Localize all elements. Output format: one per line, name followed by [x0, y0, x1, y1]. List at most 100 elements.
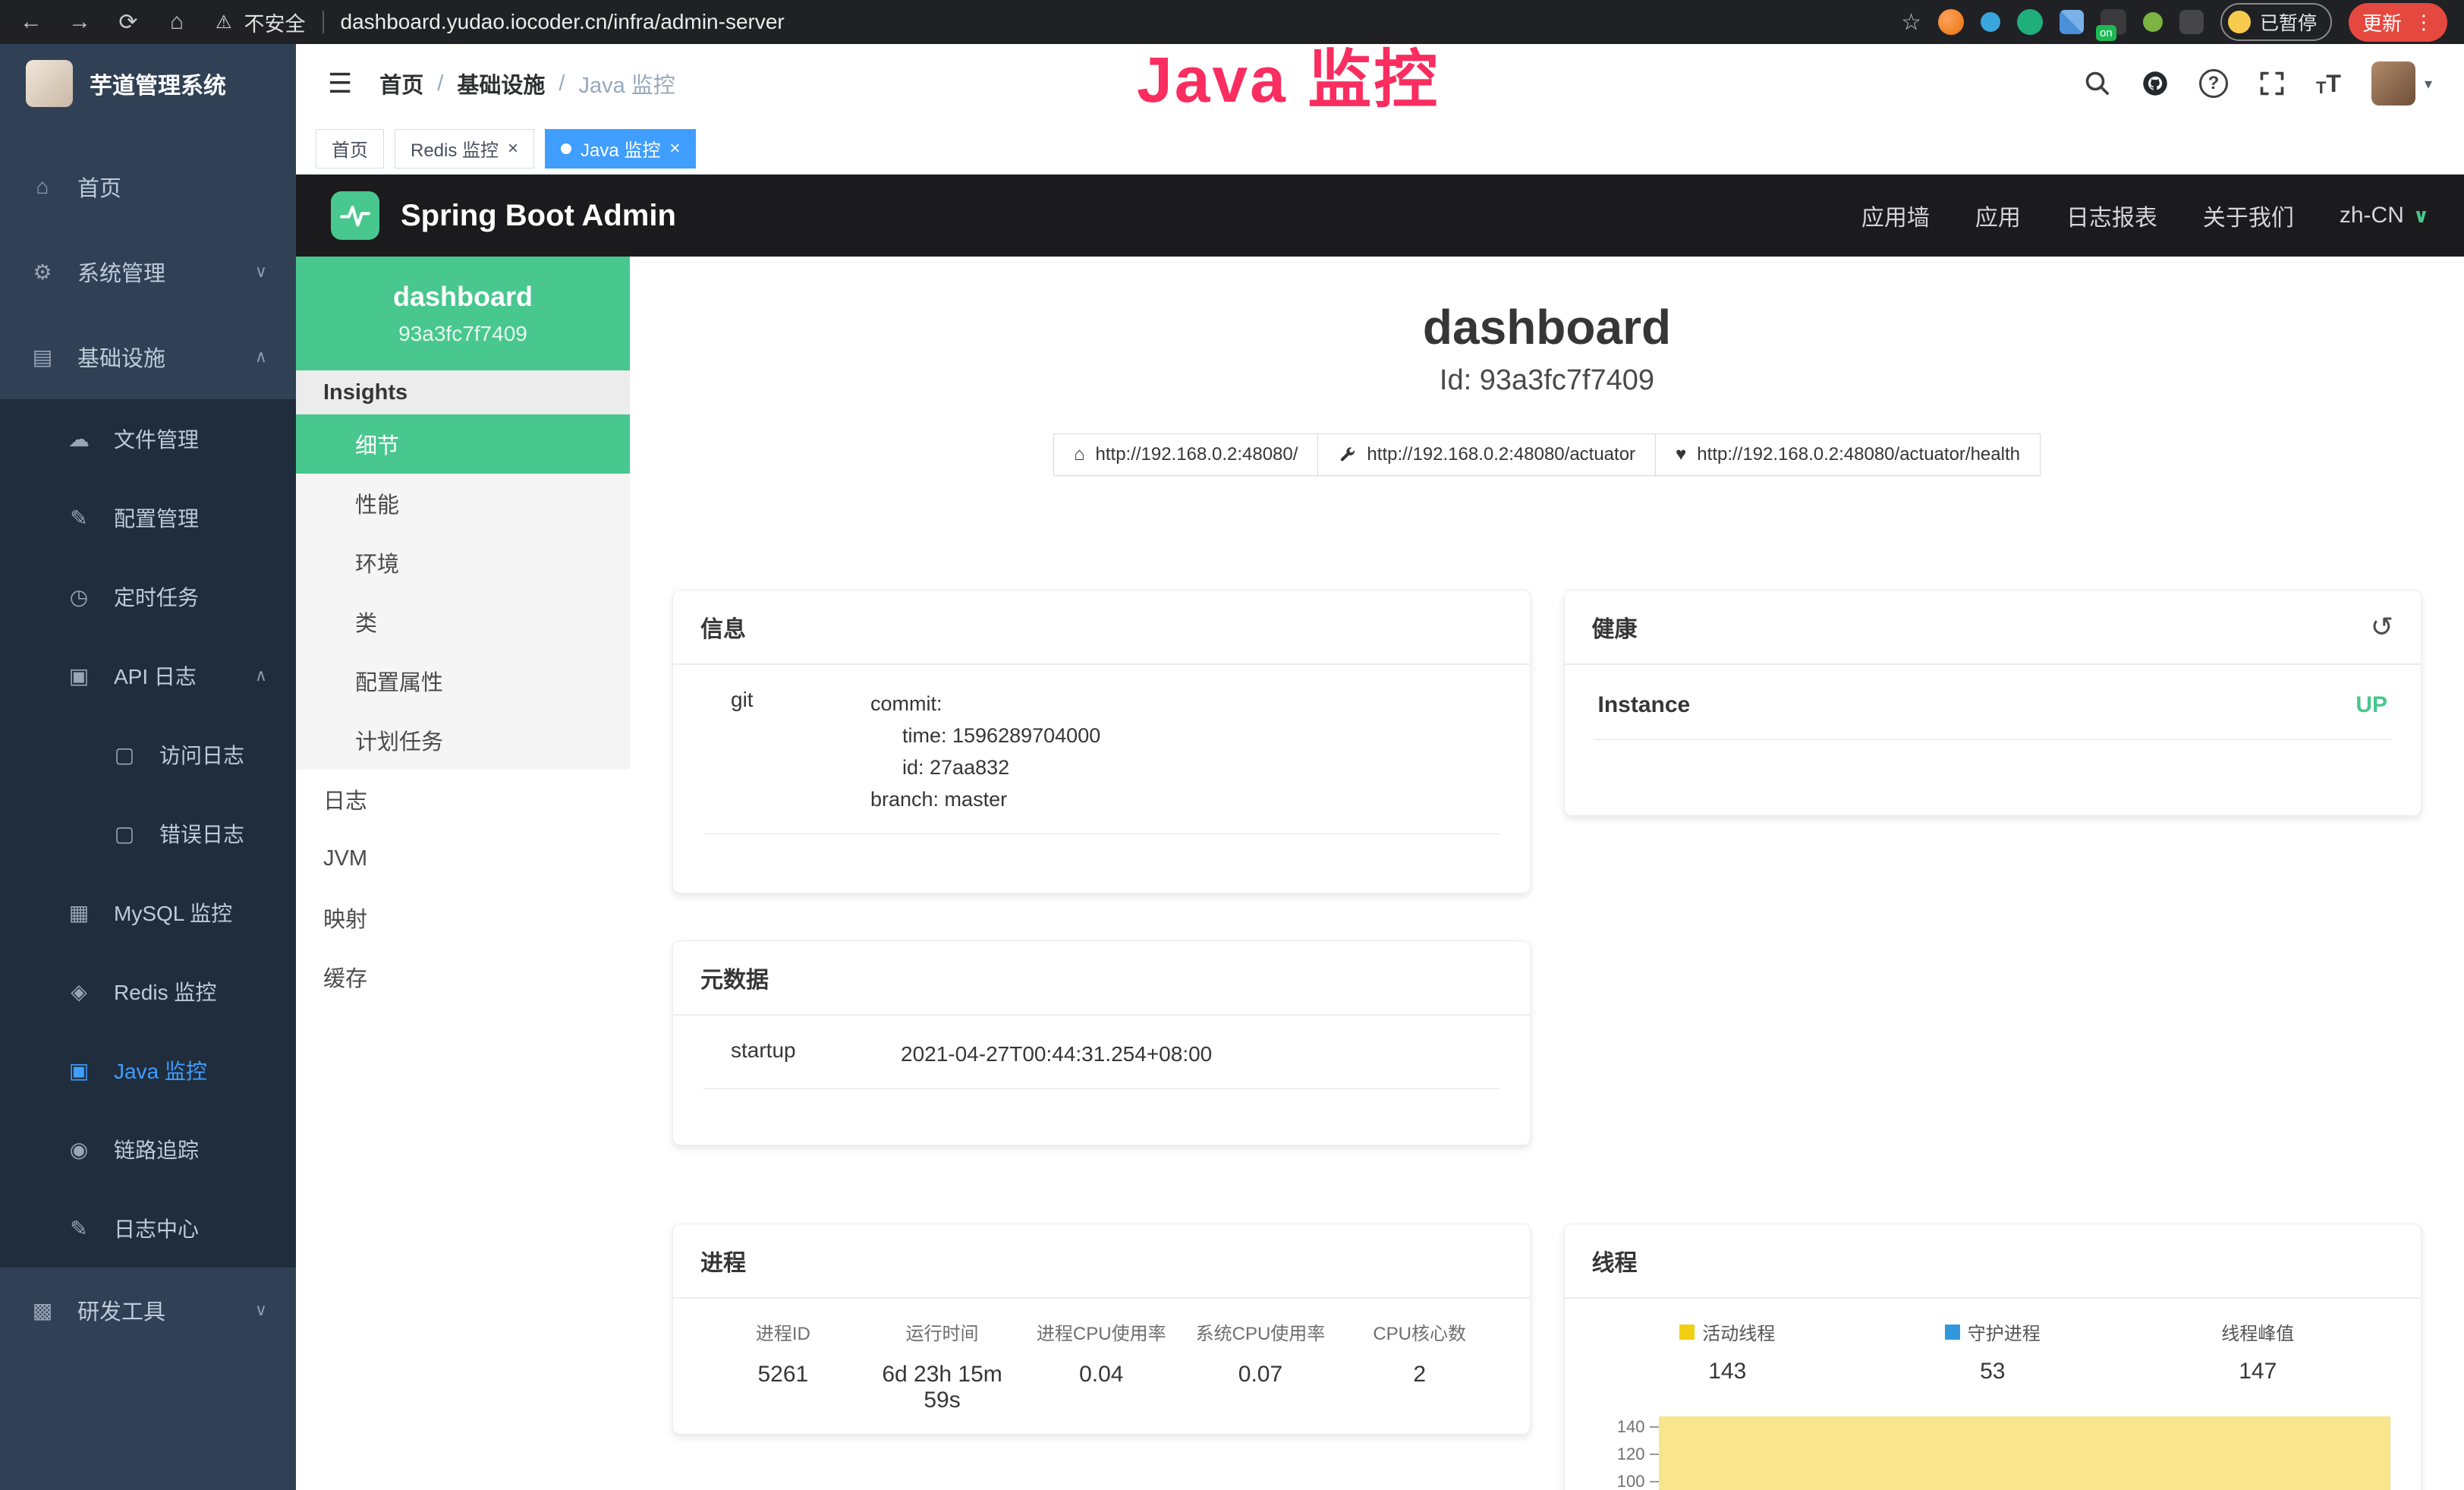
card-header: 健康 ↺ — [1565, 591, 2422, 665]
search-icon[interactable] — [2084, 70, 2111, 97]
cell-value: 6d 23h 15m 59s — [863, 1362, 1022, 1413]
sidebar-item-tracing[interactable]: ◉ 链路追踪 — [0, 1110, 296, 1189]
metadata-key: startup — [703, 1038, 901, 1070]
chrome-update-button[interactable]: 更新 ⋮ — [2349, 3, 2447, 42]
sba-item-config-props[interactable]: 配置属性 — [296, 651, 630, 710]
tab-java-monitor[interactable]: Java 监控 × — [545, 129, 696, 169]
extension-icon-dark[interactable]: on — [2101, 9, 2126, 35]
font-size-big-t: T — [2326, 70, 2341, 98]
sidebar-item-label: 日志中心 — [114, 1213, 199, 1243]
chevron-up-icon: ∧ — [255, 347, 267, 367]
extension-icon-orange[interactable] — [1938, 9, 1964, 35]
health-card: 健康 ↺ Instance UP — [1564, 590, 2422, 816]
url-text: dashboard.yudao.iocoder.cn/infra/admin-s… — [341, 10, 785, 34]
sba-item-jvm[interactable]: JVM — [296, 829, 630, 888]
paused-badge-label: 已暂停 — [2260, 8, 2317, 36]
app-frame: 芋道管理系统 ⌂ 首页 ⚙ 系统管理 ∨ ▤ 基础设施 ∧ — [0, 44, 2464, 1490]
main-column: ☰ 首页 / 基础设施 / Java 监控 ? TT ▾ — [296, 44, 2464, 1490]
sba-nav-applications[interactable]: 应用 — [1975, 199, 2021, 232]
chart-plot-area — [1659, 1409, 2391, 1490]
header-actions: ? TT ▾ — [2084, 61, 2432, 106]
sba-item-environment[interactable]: 环境 — [296, 533, 630, 592]
health-instance-row[interactable]: Instance UP — [1595, 665, 2391, 740]
column-header: 系统CPU使用率 — [1181, 1318, 1340, 1345]
sidebar-item-infra[interactable]: ▤ 基础设施 ∧ — [0, 314, 296, 399]
sba-item-mappings[interactable]: 映射 — [296, 888, 630, 947]
redis-icon: ◈ — [65, 979, 93, 1004]
github-icon[interactable] — [2141, 70, 2169, 97]
log-icon: ▢ — [111, 821, 138, 846]
extension-icon-green[interactable] — [2017, 9, 2043, 35]
sidebar-item-java-monitor[interactable]: ▣ Java 监控 — [0, 1031, 296, 1110]
sidebar-fold-icon[interactable]: ☰ — [328, 68, 352, 99]
address-bar[interactable]: ⚠ 不安全 dashboard.yudao.iocoder.cn/infra/a… — [216, 8, 1881, 37]
browser-home-icon[interactable]: ⌂ — [162, 9, 191, 35]
close-icon[interactable]: × — [508, 140, 518, 158]
sba-header: Spring Boot Admin 应用墙 应用 日志报表 关于我们 zh-CN… — [296, 175, 2464, 257]
heart-icon: ♥ — [1676, 444, 1686, 465]
sba-item-scheduled[interactable]: 计划任务 — [296, 710, 630, 770]
sidebar-item-api-logs[interactable]: ▣ API 日志 ∧ — [0, 636, 296, 715]
extension-icon-grid[interactable] — [2060, 10, 2084, 34]
avatar[interactable] — [2371, 61, 2415, 106]
tab-redis-monitor[interactable]: Redis 监控 × — [395, 129, 534, 169]
extension-icon-leaf[interactable] — [2143, 12, 2163, 32]
tab-home[interactable]: 首页 — [316, 129, 384, 169]
sba-nav-about[interactable]: 关于我们 — [2203, 199, 2294, 232]
sidebar-item-scheduled-tasks[interactable]: ◷ 定时任务 — [0, 557, 296, 636]
info-value: commit: time: 1596289704000 id: 27aa832 … — [870, 688, 1499, 815]
forward-icon[interactable]: → — [65, 9, 94, 35]
sba-logo-icon[interactable] — [331, 191, 379, 240]
security-warning-icon[interactable]: ⚠ — [216, 11, 232, 33]
sidebar-item-devtools[interactable]: ▩ 研发工具 ∨ — [0, 1268, 296, 1353]
sba-body: dashboard 93a3fc7f7409 Insights 细节 性能 环境… — [296, 257, 2464, 1490]
sidebar-item-config-management[interactable]: ✎ 配置管理 — [0, 478, 296, 557]
timer-icon: ◷ — [65, 584, 93, 610]
bookmark-star-icon[interactable]: ☆ — [1901, 9, 1921, 36]
close-icon[interactable]: × — [669, 140, 680, 158]
service-url-link[interactable]: ⌂ http://192.168.0.2:48080/ — [1053, 433, 1318, 476]
back-icon[interactable]: ← — [17, 9, 46, 35]
sba-nav-wallboard[interactable]: 应用墙 — [1861, 199, 1930, 232]
sidebar-item-home[interactable]: ⌂ 首页 — [0, 144, 296, 229]
sidebar-logo-row[interactable]: 芋道管理系统 — [0, 44, 296, 123]
sidebar-item-system[interactable]: ⚙ 系统管理 ∨ — [0, 229, 296, 314]
sidebar-item-mysql-monitor[interactable]: ▦ MySQL 监控 — [0, 873, 296, 952]
sidebar-item-redis-monitor[interactable]: ◈ Redis 监控 — [0, 952, 296, 1031]
process-card: 进程 进程ID 5261 运行时间 — [672, 1224, 1531, 1435]
sba-nav-journal[interactable]: 日志报表 — [2066, 199, 2157, 232]
tools-icon: ▩ — [29, 1298, 56, 1323]
extensions-puzzle-icon[interactable] — [2179, 10, 2204, 34]
help-icon[interactable]: ? — [2199, 69, 2228, 98]
sidebar-item-error-logs[interactable]: ▢ 错误日志 — [0, 794, 296, 873]
breadcrumb-home[interactable]: 首页 — [379, 68, 423, 99]
sba-item-metrics[interactable]: 性能 — [296, 474, 630, 533]
breadcrumb-infra[interactable]: 基础设施 — [457, 68, 545, 99]
sba-item-caches[interactable]: 缓存 — [296, 947, 630, 1006]
browser-menu-icon[interactable]: ⋮ — [2414, 11, 2434, 34]
language-selector[interactable]: zh-CN ∨ — [2340, 203, 2429, 228]
health-url-link[interactable]: ♥ http://192.168.0.2:48080/actuator/heal… — [1655, 433, 2041, 476]
fullscreen-icon[interactable] — [2258, 70, 2286, 97]
sba-item-logs[interactable]: 日志 — [296, 770, 630, 829]
sidebar-item-file-management[interactable]: ☁ 文件管理 — [0, 399, 296, 478]
column-header: 运行时间 — [863, 1318, 1022, 1345]
breadcrumb-separator: / — [559, 71, 565, 96]
instance-header[interactable]: dashboard 93a3fc7f7409 — [296, 257, 630, 370]
sidebar-item-access-logs[interactable]: ▢ 访问日志 — [0, 715, 296, 794]
refresh-icon[interactable]: ⟳ — [114, 9, 143, 36]
sidebar-item-log-center[interactable]: ✎ 日志中心 — [0, 1189, 296, 1268]
health-instance-label: Instance — [1598, 692, 1691, 718]
extension-icon-drop[interactable] — [1981, 12, 2000, 32]
sba-item-details[interactable]: 细节 — [296, 414, 630, 474]
sba-item-classes[interactable]: 类 — [296, 592, 630, 651]
profile-paused-badge[interactable]: 已暂停 — [2220, 3, 2332, 41]
info-key: git — [703, 688, 870, 815]
font-size-icon[interactable]: TT — [2316, 70, 2341, 98]
chevron-up-icon: ∧ — [255, 666, 267, 685]
user-menu[interactable]: ▾ — [2371, 61, 2432, 106]
git-time-line: time: 1596289704000 — [870, 720, 1499, 751]
history-icon[interactable]: ↺ — [2371, 611, 2393, 643]
process-col-sys-cpu: 系统CPU使用率 0.07 — [1181, 1318, 1340, 1413]
actuator-url-link[interactable]: http://192.168.0.2:48080/actuator — [1317, 433, 1656, 476]
